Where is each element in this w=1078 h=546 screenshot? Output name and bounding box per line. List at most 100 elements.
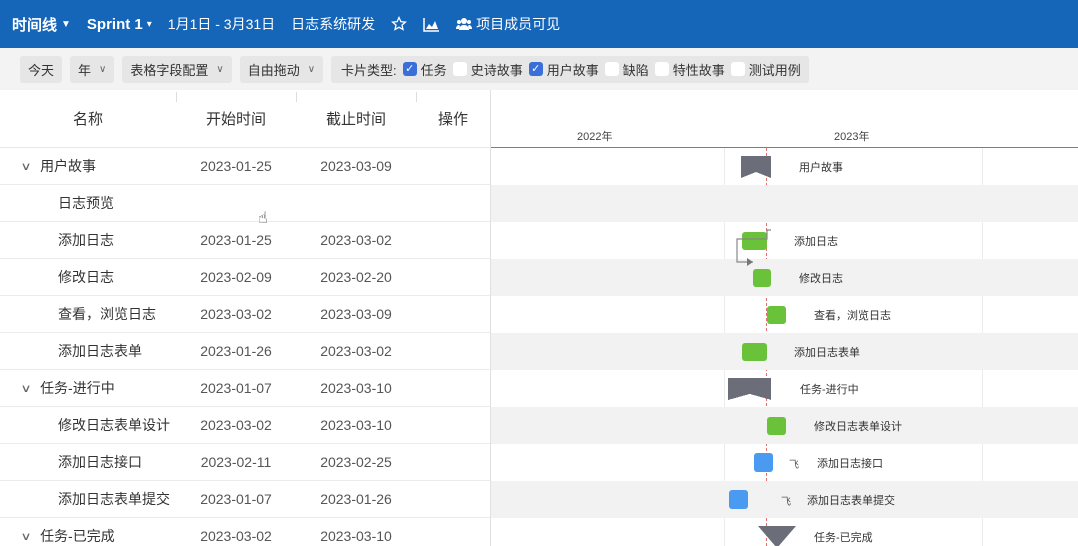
scale-select[interactable]: 年 ∨ bbox=[70, 55, 115, 83]
column-actions: 操作 bbox=[438, 111, 469, 128]
checkbox[interactable] bbox=[730, 62, 745, 76]
table-row[interactable]: ∨ 任务-进行中 2023-01-07 2023-03-10 bbox=[0, 370, 490, 407]
toolbar: 今天 年 ∨ 表格字段配置 ∨ 自由拖动 ∨ 卡片类型: 任务 史诗故事 用户故… bbox=[0, 48, 1078, 90]
task-bar[interactable] bbox=[767, 306, 786, 324]
gantt-row: 查看，浏览日志 bbox=[491, 296, 1078, 333]
milestone-shape[interactable] bbox=[758, 526, 796, 546]
visibility-setting[interactable]: 项目成员可见 bbox=[456, 14, 560, 34]
chevron-down-icon: ∨ bbox=[216, 63, 224, 75]
row-name: 任务-已完成 bbox=[40, 528, 115, 544]
task-bar[interactable] bbox=[742, 343, 767, 361]
table-row[interactable]: 修改日志 2023-02-09 2023-02-20 bbox=[0, 259, 490, 296]
table-row[interactable]: 修改日志表单设计 2023-03-02 2023-03-10 bbox=[0, 407, 490, 444]
row-name: 任务-进行中 bbox=[40, 380, 115, 396]
project-name: 日志系统研发 bbox=[291, 16, 376, 32]
group-bar[interactable] bbox=[728, 378, 771, 400]
table-row[interactable]: 添加日志表单 2023-01-26 2023-03-02 bbox=[0, 333, 490, 370]
star-icon[interactable] bbox=[391, 16, 408, 32]
row-start: 2023-02-09 bbox=[200, 269, 272, 285]
row-end: 2023-03-10 bbox=[320, 528, 392, 544]
card-type-feature[interactable]: 特性故事 bbox=[654, 60, 725, 79]
bar-label: 任务-进行中 bbox=[800, 384, 859, 396]
card-type-testcase[interactable]: 测试用例 bbox=[730, 60, 801, 79]
checkbox[interactable] bbox=[654, 62, 669, 76]
task-bar[interactable] bbox=[767, 417, 786, 435]
chevron-down-icon[interactable]: ∨ bbox=[20, 530, 31, 543]
year-label: 2023年 bbox=[834, 131, 870, 143]
table-row[interactable]: 添加日志接口 2023-02-11 2023-02-25 bbox=[0, 444, 490, 481]
row-end: 2023-03-10 bbox=[320, 380, 392, 396]
drag-mode-label: 自由拖动 bbox=[247, 62, 300, 78]
row-name: 添加日志接口 bbox=[58, 454, 142, 470]
row-end: 2023-02-25 bbox=[320, 454, 392, 470]
chevron-down-icon: ▼ bbox=[61, 18, 71, 30]
card-type-testcase-label: 测试用例 bbox=[748, 62, 801, 78]
card-type-user-story-label: 用户故事 bbox=[546, 62, 599, 78]
bar-label: 添加日志接口 bbox=[817, 458, 883, 470]
drag-mode-select[interactable]: 自由拖动 ∨ bbox=[239, 55, 324, 83]
bar-label: 添加日志表单提交 bbox=[807, 495, 895, 507]
table-row[interactable]: 日志预览 bbox=[0, 185, 490, 222]
today-label: 今天 bbox=[28, 62, 55, 78]
today-button[interactable]: 今天 bbox=[20, 55, 63, 83]
timeline-header: 2022年 2023年 bbox=[491, 90, 1078, 148]
year-label: 2022年 bbox=[577, 131, 613, 143]
task-bar[interactable] bbox=[729, 490, 748, 509]
dependency-arrow bbox=[736, 229, 771, 266]
bar-label: 查看，浏览日志 bbox=[814, 310, 891, 322]
chevron-down-icon: ∨ bbox=[99, 63, 107, 75]
row-name: 添加日志表单 bbox=[58, 343, 142, 359]
column-divider[interactable] bbox=[296, 92, 297, 102]
gantt-row: 飞 添加日志表单提交 bbox=[491, 481, 1078, 518]
row-name: 查看，浏览日志 bbox=[58, 306, 156, 322]
row-end: 2023-03-09 bbox=[320, 158, 392, 174]
checkbox[interactable] bbox=[402, 62, 417, 76]
marker-text: 飞 bbox=[781, 497, 791, 508]
row-name: 日志预览 bbox=[58, 195, 114, 211]
sprint-switcher[interactable]: Sprint 1 ▾ bbox=[87, 16, 152, 33]
card-type-task[interactable]: 任务 bbox=[402, 60, 447, 79]
checkbox[interactable] bbox=[604, 62, 619, 76]
table-row[interactable]: 查看，浏览日志 2023-03-02 2023-03-09 bbox=[0, 296, 490, 333]
row-name: 添加日志表单提交 bbox=[58, 491, 170, 507]
table-row[interactable]: ∨ 任务-已完成 2023-03-02 2023-03-10 bbox=[0, 518, 490, 546]
column-end[interactable]: 截止时间 bbox=[296, 108, 416, 129]
card-type-bug-label: 缺陷 bbox=[622, 62, 649, 78]
checkbox[interactable] bbox=[528, 62, 543, 76]
view-switcher[interactable]: 时间线 ▼ bbox=[12, 14, 71, 35]
table-row[interactable]: ∨ 用户故事 2023-01-25 2023-03-09 bbox=[0, 148, 490, 185]
members-icon bbox=[456, 17, 473, 31]
task-bar[interactable] bbox=[754, 453, 773, 472]
row-start: 2023-01-25 bbox=[200, 232, 272, 248]
row-end: 2023-03-02 bbox=[320, 343, 392, 359]
row-end: 2023-03-09 bbox=[320, 306, 392, 322]
chart-icon[interactable] bbox=[423, 17, 440, 32]
card-type-epic[interactable]: 史诗故事 bbox=[452, 60, 523, 79]
column-name[interactable]: 名称 bbox=[0, 108, 176, 129]
row-start: 2023-03-02 bbox=[200, 528, 272, 544]
table-row[interactable]: 添加日志 2023-01-25 2023-03-02 bbox=[0, 222, 490, 259]
column-divider[interactable] bbox=[416, 92, 417, 102]
bar-label: 添加日志 bbox=[794, 236, 838, 248]
field-config-select[interactable]: 表格字段配置 ∨ bbox=[122, 55, 232, 83]
row-end: 2023-03-10 bbox=[320, 417, 392, 433]
row-start: 2023-01-26 bbox=[200, 343, 272, 359]
card-type-user-story[interactable]: 用户故事 bbox=[528, 60, 599, 79]
checkbox[interactable] bbox=[452, 62, 467, 76]
gantt-row: 任务-已完成 bbox=[491, 518, 1078, 546]
card-type-filter: 卡片类型: 任务 史诗故事 用户故事 缺陷 特性故事 测试用例 bbox=[331, 55, 809, 83]
gantt-row: 用户故事 bbox=[491, 148, 1078, 185]
card-type-feature-label: 特性故事 bbox=[672, 62, 725, 78]
column-divider[interactable] bbox=[176, 92, 177, 102]
sprint-label: Sprint 1 bbox=[86, 15, 143, 33]
row-end: 2023-01-26 bbox=[320, 491, 392, 507]
caret-down-icon: ▾ bbox=[146, 18, 152, 30]
chevron-down-icon[interactable]: ∨ bbox=[20, 160, 31, 173]
column-start[interactable]: 开始时间 bbox=[176, 108, 296, 129]
row-name: 添加日志 bbox=[58, 232, 114, 248]
chevron-down-icon[interactable]: ∨ bbox=[20, 382, 31, 395]
table-row[interactable]: 添加日志表单提交 2023-01-07 2023-01-26 bbox=[0, 481, 490, 518]
group-bar[interactable] bbox=[741, 156, 771, 178]
marker-text: 飞 bbox=[789, 460, 799, 471]
card-type-bug[interactable]: 缺陷 bbox=[604, 60, 649, 79]
